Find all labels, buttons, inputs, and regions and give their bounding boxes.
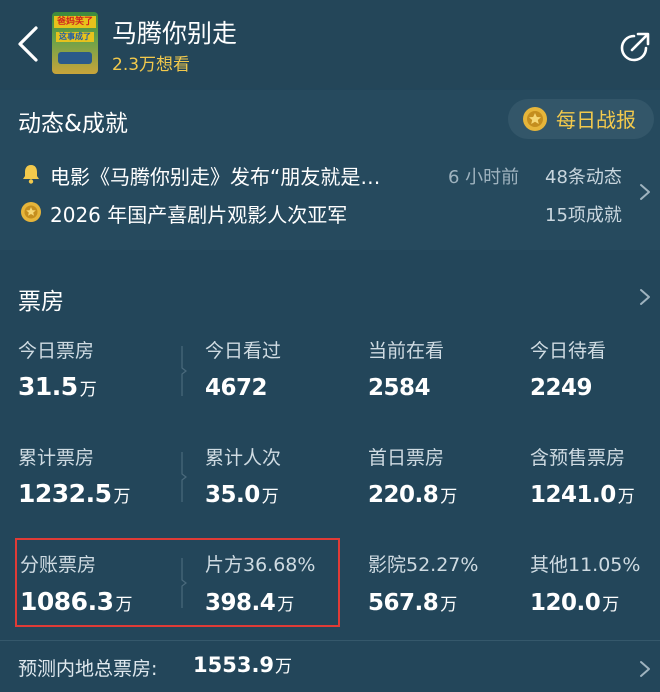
divider: [181, 558, 187, 608]
total-box-office-value: 1232.5 万: [18, 479, 130, 508]
chevron-right-icon[interactable]: [638, 287, 652, 307]
box-office-title: 票房: [18, 289, 64, 315]
news-count: 48条动态: [545, 167, 622, 188]
want-count: 2.3万想看: [112, 55, 191, 75]
achievement-item[interactable]: 2026 年国产喜剧片观影人次亚军: [50, 199, 347, 228]
share-icon[interactable]: [616, 30, 652, 66]
other-share-value: 120.0 万: [530, 590, 619, 616]
total-viewers-value: 35.0 万: [205, 482, 279, 508]
split-box-office-label: 分账票房: [20, 554, 97, 576]
other-share-label: 其他11.05%: [530, 554, 641, 576]
producer-share-label: 片方36.68%: [205, 554, 316, 576]
header-bar: [0, 0, 660, 88]
first-day-label: 首日票房: [368, 447, 445, 469]
forecast-value: 1553.9万: [193, 653, 293, 677]
presale-label: 含预售票房: [530, 447, 626, 469]
medal-icon: [523, 107, 547, 131]
today-seen-value: 4672: [205, 375, 268, 401]
producer-share-value: 398.4 万: [205, 590, 294, 616]
forecast-label: 预测内地总票房:: [18, 658, 158, 680]
news-item-1-time: 6 小时前: [448, 167, 520, 188]
daily-report-label: 每日战报: [556, 108, 636, 132]
now-watching-label: 当前在看: [368, 340, 445, 362]
back-arrow-icon[interactable]: [10, 22, 46, 66]
news-section-title: 动态&成就: [18, 111, 128, 137]
today-pending-value: 2249: [530, 375, 593, 401]
movie-title: 马腾你别走: [112, 19, 238, 48]
divider: [181, 346, 187, 396]
today-box-office-value: 31.5 万: [18, 372, 97, 401]
split-box-office-value: 1086.3 万: [20, 587, 132, 616]
divider: [181, 452, 187, 502]
divider: [0, 640, 660, 641]
movie-poster[interactable]: 爸妈笑了 这事成了: [52, 12, 98, 74]
presale-value: 1241.0 万: [530, 482, 635, 508]
today-seen-label: 今日看过: [205, 340, 282, 362]
today-pending-label: 今日待看: [530, 340, 607, 362]
achievement-count: 15项成就: [545, 205, 622, 226]
news-item-1[interactable]: 电影《马腾你别走》发布“朋友就是…: [50, 161, 380, 190]
poster-text-bottom: 这事成了: [56, 32, 94, 42]
chevron-right-icon[interactable]: [638, 182, 652, 202]
total-box-office-label: 累计票房: [18, 447, 95, 469]
today-box-office-label: 今日票房: [18, 340, 95, 362]
now-watching-value: 2584: [368, 375, 431, 401]
total-viewers-label: 累计人次: [205, 447, 282, 469]
medal-icon: [21, 202, 41, 222]
poster-text-top: 爸妈笑了: [54, 16, 96, 28]
bell-icon: [23, 165, 39, 184]
first-day-value: 220.8 万: [368, 482, 457, 508]
poster-car: [58, 52, 92, 64]
chevron-right-icon[interactable]: [638, 659, 652, 679]
cinema-share-label: 影院52.27%: [368, 554, 479, 576]
cinema-share-value: 567.8 万: [368, 590, 457, 616]
